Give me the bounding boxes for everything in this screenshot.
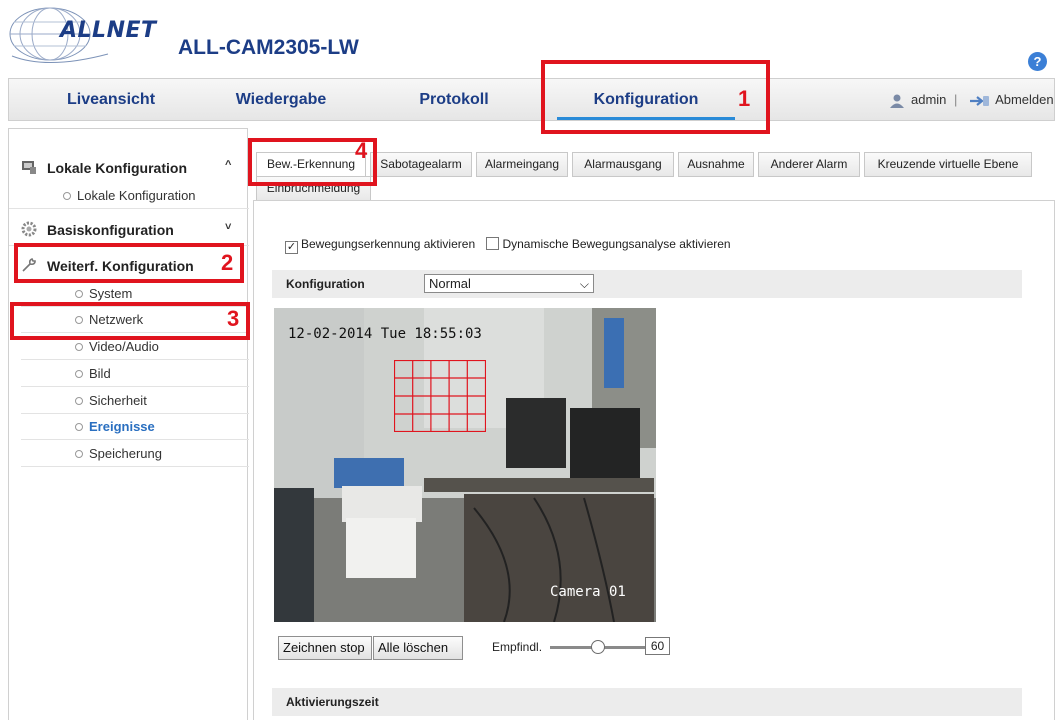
camera-scene-image bbox=[274, 308, 656, 622]
callout-number-4: 4 bbox=[355, 138, 368, 163]
sensitivity-slider-thumb[interactable] bbox=[591, 640, 605, 654]
schedule-label: Aktivierungszeit bbox=[286, 695, 379, 709]
sidebar-item-speicherung[interactable]: Speicherung bbox=[21, 441, 249, 467]
logo-text: ALLNET bbox=[60, 18, 157, 43]
sidebar-section-local[interactable]: Lokale Konfiguration ^ bbox=[9, 155, 239, 181]
sidebar-item-bild[interactable]: Bild bbox=[21, 361, 249, 387]
bullet-icon bbox=[75, 370, 83, 378]
username: admin bbox=[911, 92, 947, 107]
tab-liveansicht[interactable]: Liveansicht bbox=[51, 79, 171, 121]
motion-enable-row: ✓ Bewegungserkennung aktivieren Dynamisch… bbox=[285, 236, 731, 254]
callout-number-1: 1 bbox=[738, 86, 751, 111]
help-icon[interactable]: ? bbox=[1028, 52, 1047, 71]
app-root: ALLNET ALL-CAM2305-LW ? Liveansicht Wied… bbox=[0, 0, 1055, 720]
motion-enable-checkbox[interactable]: ✓ bbox=[285, 241, 298, 254]
subtab-alarmausgang[interactable]: Alarmausgang bbox=[572, 152, 674, 177]
tab-wiedergabe[interactable]: Wiedergabe bbox=[221, 79, 341, 121]
subtab-ausnahme[interactable]: Ausnahme bbox=[678, 152, 754, 177]
sidebar-item-label: Sicherheit bbox=[89, 393, 147, 408]
gear-icon bbox=[21, 221, 37, 237]
sidebar-item-label: Bild bbox=[89, 366, 111, 381]
camera-preview[interactable]: 12-02-2014 Tue 18:55:03 Camera 01 bbox=[274, 308, 656, 622]
dynamic-analysis-checkbox[interactable] bbox=[486, 237, 500, 250]
bullet-icon bbox=[75, 423, 83, 431]
chevron-down-icon[interactable]: ˅ bbox=[225, 221, 231, 233]
sensitivity-label: Empfindl. bbox=[492, 640, 543, 654]
subtab-alarmeingang[interactable]: Alarmeingang bbox=[476, 152, 568, 177]
osd-timestamp: 12-02-2014 Tue 18:55:03 bbox=[288, 326, 482, 342]
main-navbar: Liveansicht Wiedergabe Protokoll Konfigu… bbox=[8, 78, 1055, 121]
sensitivity-value-field[interactable]: 60 bbox=[645, 637, 670, 655]
bullet-icon bbox=[75, 343, 83, 351]
bullet-icon bbox=[63, 192, 71, 200]
sidebar-item-sicherheit[interactable]: Sicherheit bbox=[21, 388, 249, 414]
clear-all-button[interactable]: Alle löschen bbox=[373, 636, 463, 660]
tab-protokoll[interactable]: Protokoll bbox=[404, 79, 504, 121]
bullet-icon bbox=[75, 397, 83, 405]
user-area: admin | Abmelden bbox=[889, 79, 1054, 121]
sidebar-item-lokale-konfiguration[interactable]: Lokale Konfiguration bbox=[9, 183, 249, 209]
sidebar-item-label: System bbox=[89, 286, 133, 301]
motion-detection-grid[interactable] bbox=[394, 360, 486, 432]
motion-enable-label: Bewegungserkennung aktivieren bbox=[301, 237, 476, 251]
sidebar-section-label: Lokale Konfiguration bbox=[47, 160, 187, 176]
sidebar-section-basis[interactable]: Basiskonfiguration ˅ bbox=[9, 217, 239, 243]
callout-number-2: 2 bbox=[221, 250, 234, 275]
monitor-icon bbox=[22, 161, 36, 174]
allnet-logo: ALLNET bbox=[8, 4, 158, 70]
sidebar: Lokale Konfiguration ^ Lokale Konfigurat… bbox=[8, 128, 249, 720]
sidebar-item-label: Speicherung bbox=[89, 446, 162, 461]
callout-number-3: 3 bbox=[227, 306, 240, 331]
user-separator: | bbox=[954, 92, 958, 107]
config-label: Konfiguration bbox=[286, 277, 365, 291]
subtab-anderer-alarm[interactable]: Anderer Alarm bbox=[758, 152, 860, 177]
osd-camera-name: Camera 01 bbox=[550, 584, 626, 600]
logout-link[interactable]: Abmelden bbox=[995, 92, 1054, 107]
user-icon bbox=[890, 94, 904, 108]
sidebar-item-label: Lokale Konfiguration bbox=[77, 188, 196, 203]
schedule-row: Aktivierungszeit bbox=[272, 688, 1022, 716]
chevron-down-icon: ⌵ bbox=[579, 277, 589, 291]
config-select-value: Normal bbox=[429, 276, 471, 291]
sidebar-item-ereignisse[interactable]: Ereignisse bbox=[21, 414, 249, 440]
callout-box-3 bbox=[10, 302, 250, 340]
subtab-kreuzende-virtuelle-ebene[interactable]: Kreuzende virtuelle Ebene bbox=[864, 152, 1032, 177]
chevron-up-icon[interactable]: ^ bbox=[225, 159, 231, 171]
logout-icon[interactable] bbox=[969, 95, 991, 107]
callout-box-2 bbox=[14, 243, 244, 283]
config-select[interactable]: Normal ⌵ bbox=[424, 274, 594, 293]
callout-box-1 bbox=[541, 60, 770, 134]
bullet-icon bbox=[75, 290, 83, 298]
subtab-sabotagealarm[interactable]: Sabotagealarm bbox=[370, 152, 472, 177]
dynamic-analysis-label: Dynamische Bewegungsanalyse aktivieren bbox=[502, 237, 731, 251]
bullet-icon bbox=[75, 450, 83, 458]
camera-model-title: ALL-CAM2305-LW bbox=[178, 36, 359, 59]
sidebar-section-label: Basiskonfiguration bbox=[47, 222, 174, 238]
draw-stop-button[interactable]: Zeichnen stop bbox=[278, 636, 372, 660]
sidebar-item-label: Video/Audio bbox=[89, 339, 159, 354]
config-row: Konfiguration Normal ⌵ bbox=[272, 270, 1022, 298]
sidebar-item-label: Ereignisse bbox=[89, 419, 155, 434]
